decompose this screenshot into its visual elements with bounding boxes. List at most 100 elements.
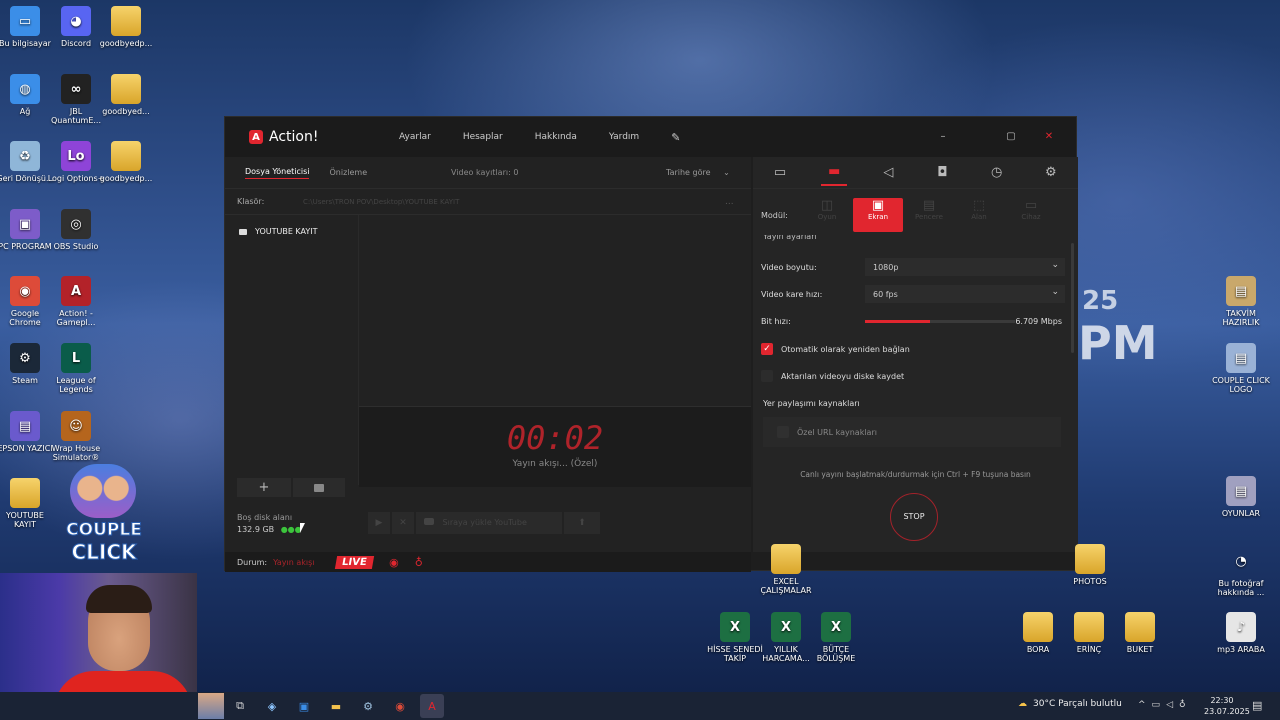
desktop-icon-bottom-4-icon: X [821,612,851,642]
video-size-select[interactable]: 1080p ⌄ [865,258,1065,276]
tray-chevron-icon[interactable]: ^ [1138,700,1146,710]
disk-value-text: 132.9 GB [237,525,275,534]
minimize-button[interactable]: – [928,127,958,147]
desktop-icon-right-1[interactable]: ▤ COUPLE CLICK LOGO [1211,343,1271,394]
mic-tray-icon[interactable]: ♁ [1179,700,1186,710]
action-taskbar-icon[interactable]: A [420,694,444,718]
desktop-icon-bottom-8[interactable]: ♪ mp3 ARABA [1211,612,1271,654]
click-text: CLICK [71,540,137,565]
module-area[interactable]: ⬚ Alan [953,198,1005,232]
add-folder-button[interactable]: + [237,478,291,497]
desktop-icon-left-7[interactable]: YOUTUBE KAYIT [0,478,55,529]
desktop-icon-left-1-icon: ◍ [10,74,40,104]
fps-select[interactable]: 60 fps ⌄ [865,285,1065,303]
desktop-icon-right-1-icon: ▤ [1226,343,1256,373]
desktop-icon-left-0-icon: ▭ [10,6,40,36]
nav-ayarlar[interactable]: Ayarlar [399,132,431,142]
brush-icon[interactable]: ✎ [671,131,680,144]
folder-item-youtube-kayit[interactable]: YOUTUBE KAYIT [225,215,358,236]
play-button[interactable]: ▶ [368,512,390,534]
volume-icon[interactable]: ◁ [1166,700,1173,710]
gear-icon[interactable]: ⚙ [1038,160,1064,186]
film-icon[interactable]: ▭ [767,160,793,186]
bitrate-slider-fill [865,319,930,323]
status-bar: Durum: Yayın akışı LIVE ◉ ♁ [225,552,751,572]
tab-preview[interactable]: Önizleme [329,168,367,177]
desktop-icon-right-0[interactable]: ▤ TAKVİM HAZIRLIK [1211,276,1271,327]
network-icon[interactable]: ▭ [1152,700,1161,710]
timer-icon[interactable]: ◷ [984,160,1010,186]
stop-button[interactable]: STOP [890,493,938,541]
desktop-icon-bottom-0[interactable]: PHOTOS [1060,544,1120,586]
clock[interactable]: 22:30 23.07.2025 [1204,695,1250,717]
desktop-icon-col3-1-label: goodbyed... [102,107,150,116]
desktop-icon-col2-5[interactable]: L League of Legends [46,343,106,394]
weather-widget[interactable]: ☁ 30°C Parçalı bulutlu [1018,699,1122,709]
weather-icon: ☁ [1018,699,1027,709]
save-to-disk-row: Aktarılan videoyu diske kaydet [761,366,1062,386]
desktop-icon-col3-0-icon [111,6,141,36]
desktop-icon-bottom-4[interactable]: X BÜTÇE BÖLÜŞME [806,612,866,663]
desktop-icon-col2-3[interactable]: ◎ OBS Studio [46,209,106,251]
camera-icon[interactable]: ◘ [930,160,956,186]
webcam-icon[interactable]: ◉ [389,556,399,569]
nav-yardim[interactable]: Yardım [609,132,639,142]
speaker-icon[interactable]: ◁ [875,160,901,186]
desktop-icon-bottom-1[interactable]: EXCEL ÇALIŞMALAR [756,544,816,595]
module-window[interactable]: ▤ Pencere [905,198,953,232]
desktop-icon-right-3[interactable]: ◔ Bu fotoğraf hakkında ... [1211,546,1271,598]
desktop-icon-right-2[interactable]: ▤ OYUNLAR [1211,476,1271,518]
open-folder-button[interactable] [293,478,345,497]
nav-hakkinda[interactable]: Hakkında [535,132,577,142]
upload-button[interactable]: ⬆ [564,512,600,534]
desktop-icon-col2-4[interactable]: A Action! - Gamepl... [46,276,106,327]
copilot-icon[interactable]: ◈ [260,694,284,718]
desktop-icon-col2-6[interactable]: ☺ Wrap House Simulator® [46,411,106,462]
area-icon: ⬚ [972,198,986,213]
bitrate-slider[interactable] [865,319,1015,323]
reconnect-label: Otomatik olarak yeniden bağlan [781,344,910,354]
desktop-icon-col3-2[interactable]: goodbyedp... [96,141,156,183]
file-explorer-icon[interactable]: ▬ [324,694,348,718]
chrome-taskbar-icon[interactable]: ◉ [388,694,412,718]
task-view-icon[interactable]: ⧉ [228,694,252,718]
sort-dropdown[interactable]: Tarihe göre ⌄ [666,168,730,177]
desktop-icon-bottom-1-label: EXCEL ÇALIŞMALAR [760,577,812,595]
steam-taskbar-icon[interactable]: ⚙ [356,694,380,718]
notification-icon[interactable]: ▤ [1252,699,1262,712]
cursor-icon [300,523,305,533]
microphone-icon[interactable]: ♁ [415,556,423,569]
desktop-icon-col3-1[interactable]: goodbyed... [96,74,156,116]
store-icon[interactable]: ▣ [292,694,316,718]
settings-panel: ▭ ▬ ◁ ◘ ◷ ⚙ Modül: ◫ Oyun ▣ Ekran ▤ Pencere… [753,157,1078,552]
restore-button[interactable]: ▢ [996,127,1026,147]
folder-open-icon [314,483,324,492]
couple-click-logo: COUPLE CLICK [56,462,152,570]
module-screen[interactable]: ▣ Ekran [853,198,903,232]
desktop-icon-bottom-8-icon: ♪ [1226,612,1256,642]
custom-url-checkbox[interactable] [777,426,789,438]
save-to-disk-checkbox[interactable] [761,370,773,382]
overlay-sources-title: Yer paylaşımı kaynakları [763,399,860,408]
folder-browse-button[interactable]: ... [725,197,734,207]
folder-list: YOUTUBE KAYIT [225,215,359,485]
app-titlebar: A Action! Ayarlar Hesaplar Hakkında Yard… [225,117,1076,157]
desktop-icon-col3-0[interactable]: goodbyedp... [96,6,156,48]
bitrate-row: Bit hızı: 6.709 Mbps [761,311,1062,331]
tab-file-manager[interactable]: Dosya Yöneticisi [245,167,310,179]
live-stream-icon[interactable]: ▬ [821,160,848,186]
folder-path[interactable]: C:\Users\TRON POV\Desktop\YOUTUBE KAYIT [303,198,459,206]
nav-hesaplar[interactable]: Hesaplar [463,132,503,142]
youtube-upload-button[interactable]: Sıraya yükle YouTube [416,512,562,534]
desktop-icon-bottom-7[interactable]: BUKET [1110,612,1170,654]
module-device[interactable]: ▭ Cihaz [1005,198,1057,232]
sort-label: Tarihe göre [666,168,711,177]
module-game[interactable]: ◫ Oyun [803,198,851,232]
delete-button[interactable]: ✕ [392,512,414,534]
custom-url-row[interactable]: Özel URL kaynakları [763,417,1061,447]
reconnect-checkbox[interactable]: ✓ [761,343,773,355]
settings-scrollbar[interactable] [1071,243,1074,353]
module-row: Modül: ◫ Oyun ▣ Ekran ▤ Pencere ⬚ Alan ▭ Ciha… [753,197,1078,233]
close-button[interactable]: ✕ [1034,127,1064,147]
desktop-icon-left-7-label: YOUTUBE KAYIT [6,511,44,529]
